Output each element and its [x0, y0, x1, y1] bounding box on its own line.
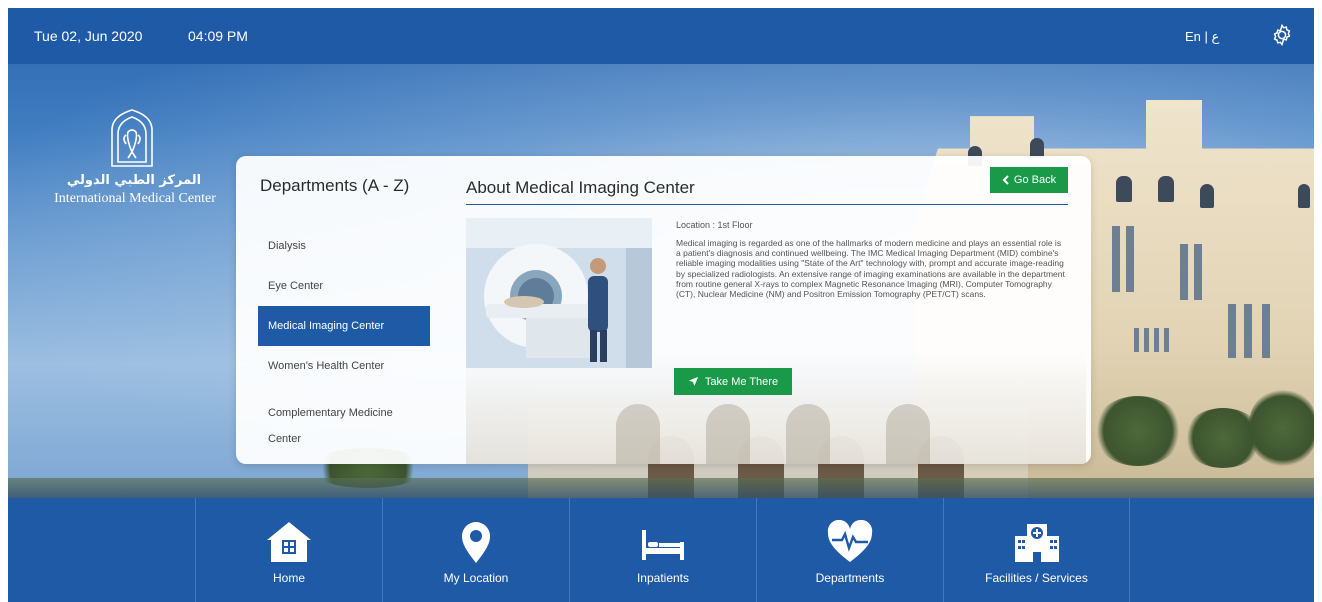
mri-scanner-photo [466, 218, 652, 368]
nav-my-location-label: My Location [443, 571, 509, 585]
nav-facilities-services[interactable]: Facilities / Services [943, 498, 1130, 602]
nav-home-label: Home [272, 571, 305, 585]
department-item-womens-health-center[interactable]: Women's Health Center [258, 346, 430, 386]
logo-english-name: International Medical Center [54, 191, 216, 206]
department-item-eye-center[interactable]: Eye Center [258, 266, 430, 306]
hospital-building-icon [1014, 524, 1059, 562]
navigation-arrow-icon [688, 376, 698, 387]
logo-arabic-name: المركز الطبي الدولي [66, 173, 202, 188]
nav-facilities-services-label: Facilities / Services [985, 571, 1088, 585]
heart-pulse-icon [827, 520, 873, 562]
location-text: Location : 1st Floor [676, 220, 753, 230]
kiosk-screen: Tue 02, Jun 2020 04:09 PM En | ع المركز … [8, 8, 1314, 602]
departments-list: Dialysis Eye Center Medical Imaging Cent… [258, 226, 430, 452]
department-item-complementary-medicine-center[interactable]: Complementary Medicine Center [258, 386, 418, 452]
home-icon [267, 522, 311, 562]
department-item-medical-imaging-center[interactable]: Medical Imaging Center [258, 306, 430, 346]
bottom-navigation: Home My Location Inpatients Departments … [8, 498, 1314, 602]
nav-departments[interactable]: Departments [756, 498, 943, 602]
department-item-dialysis[interactable]: Dialysis [258, 226, 430, 266]
go-back-button[interactable]: Go Back [990, 167, 1068, 193]
location-pin-icon [462, 522, 490, 563]
nav-my-location[interactable]: My Location [382, 498, 569, 602]
go-back-label: Go Back [1013, 174, 1057, 186]
screen: Tue 02, Jun 2020 04:09 PM En | ع المركز … [0, 0, 1322, 602]
nav-inpatients-label: Inpatients [636, 571, 690, 585]
nav-inpatients[interactable]: Inpatients [569, 498, 756, 602]
nav-departments-label: Departments [815, 571, 885, 585]
language-toggle[interactable]: En | ع [1185, 29, 1219, 45]
department-panel: Departments (A - Z) Dialysis Eye Center … [236, 156, 1091, 464]
bed-icon [642, 530, 684, 560]
current-time: 04:09 PM [188, 28, 248, 44]
departments-heading: Departments (A - Z) [260, 176, 410, 195]
current-date: Tue 02, Jun 2020 [34, 28, 143, 44]
gear-icon[interactable] [1270, 23, 1294, 47]
nav-home[interactable]: Home [195, 498, 382, 602]
take-me-there-button[interactable]: Take Me There [674, 368, 792, 395]
top-bar: Tue 02, Jun 2020 04:09 PM En | ع [8, 8, 1314, 64]
take-me-there-label: Take Me There [704, 375, 779, 388]
chevron-left-icon [1002, 175, 1009, 185]
about-title-divider [466, 204, 1068, 205]
imc-logo-icon [111, 109, 153, 167]
about-title: About Medical Imaging Center [466, 178, 695, 197]
department-description: Medical imaging is regarded as one of th… [676, 238, 1065, 300]
